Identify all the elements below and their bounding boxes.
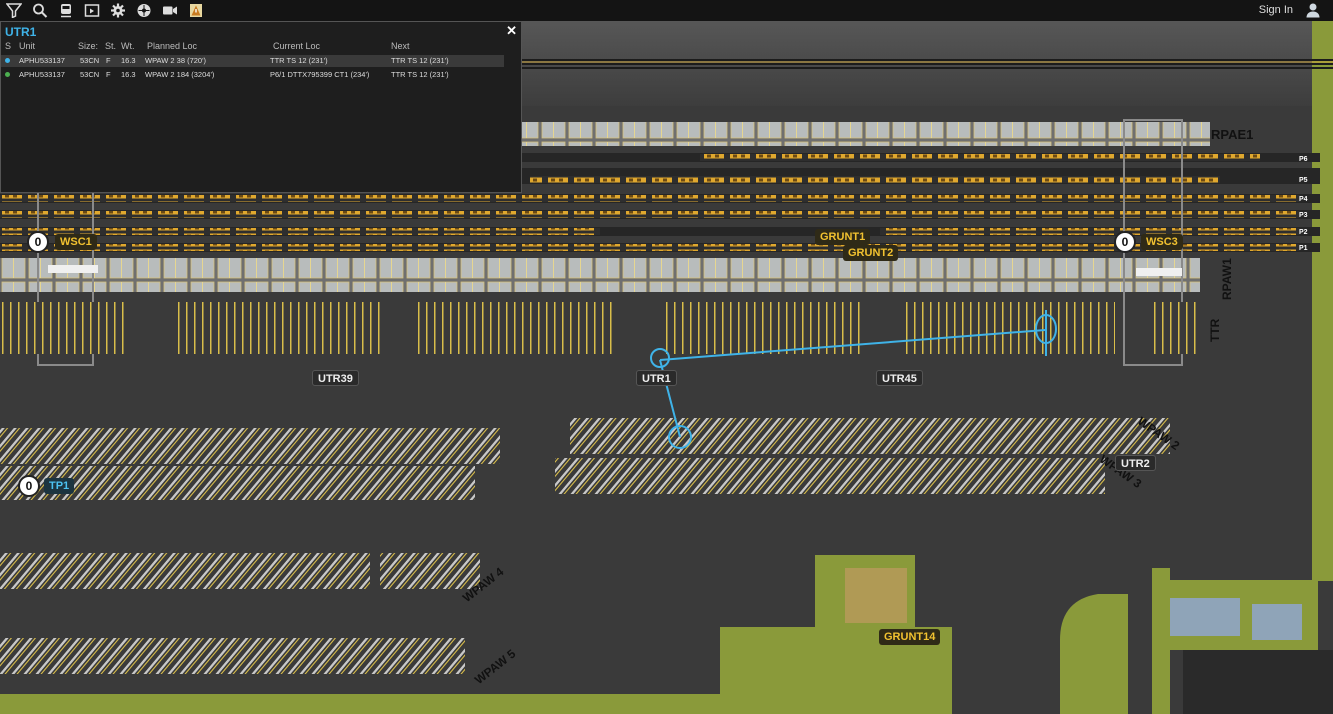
panel-title: UTR1 (5, 25, 37, 39)
track-label-p6: P6 (1299, 156, 1308, 163)
alert-icon[interactable] (183, 0, 208, 21)
equipment-label-wsc3[interactable]: WSC3 (1141, 234, 1183, 250)
user-icon[interactable] (1305, 2, 1321, 18)
col-header-size: Size: (78, 41, 99, 51)
equipment-label-utr39[interactable]: UTR39 (312, 370, 359, 386)
search-icon[interactable] (27, 0, 52, 21)
equipment-label-tp1[interactable]: TP1 (44, 478, 75, 494)
col-header-planned: Planned Loc (147, 41, 198, 51)
calendar-icon[interactable] (79, 0, 104, 21)
cell-planned: WPAW 2 184 (3204') (145, 70, 215, 79)
cell-wt: 16.3 (121, 70, 136, 79)
area-label-rpaw1: RPAW1 (1220, 258, 1234, 300)
col-header-current: Current Loc (273, 41, 321, 51)
wsc1-count-badge: 0 (27, 231, 49, 253)
col-header-unit: Unit (19, 41, 36, 51)
col-header-st: St. (105, 41, 117, 51)
equipment-label-utr1[interactable]: UTR1 (636, 370, 677, 386)
wsc3-count-badge: 0 (1114, 231, 1136, 253)
equipment-label-grunt14[interactable]: GRUNT14 (879, 629, 941, 645)
cell-next: TTR TS 12 (231') (391, 56, 449, 65)
cell-unit: APHU533137 (19, 56, 65, 65)
cell-size: 53CN (80, 56, 100, 65)
train-icon[interactable] (53, 0, 78, 21)
wheel-icon[interactable] (131, 0, 156, 21)
track-label-p2: P2 (1299, 229, 1308, 236)
cell-planned: WPAW 2 38 (720') (145, 56, 207, 65)
table-row[interactable]: APHU533137 53CN F 16.3 WPAW 2 184 (3204'… (1, 69, 504, 81)
equipment-label-grunt1[interactable]: GRUNT1 (815, 229, 871, 245)
close-icon[interactable]: ✕ (506, 23, 517, 39)
camera-icon[interactable] (157, 0, 182, 21)
status-dot (5, 72, 10, 77)
app: Sign In RPAE1 RPAW1 TTR WPAW 2 WPAW 3 WP… (0, 0, 1333, 714)
equipment-label-utr45[interactable]: UTR45 (876, 370, 923, 386)
cell-current: P6/1 DTTX795399 CT1 (234') (270, 70, 370, 79)
cell-st: F (106, 56, 111, 65)
equipment-label-utr2[interactable]: UTR2 (1115, 455, 1156, 471)
area-label-rpae1: RPAE1 (1211, 127, 1254, 142)
cell-wt: 16.3 (121, 56, 136, 65)
cell-current: TTR TS 12 (231') (270, 56, 328, 65)
col-header-next: Next (391, 41, 410, 51)
col-header-status: S (5, 41, 12, 51)
col-header-wt: Wt. (121, 41, 135, 51)
equipment-label-wsc1[interactable]: WSC1 (55, 234, 97, 250)
cell-next: TTR TS 12 (231') (391, 70, 449, 79)
track-label-p3: P3 (1299, 212, 1308, 219)
table-row[interactable]: APHU533137 53CN F 16.3 WPAW 2 38 (720') … (1, 55, 504, 67)
cell-size: 53CN (80, 70, 100, 79)
cell-unit: APHU533137 (19, 70, 65, 79)
unit-info-panel: UTR1 ✕ S Unit Size: St. Wt. Planned Loc … (0, 21, 522, 193)
area-label-ttr: TTR (1208, 318, 1222, 342)
track-label-p5: P5 (1299, 177, 1308, 184)
track-label-p1: P1 (1299, 245, 1308, 252)
equipment-label-grunt2[interactable]: GRUNT2 (843, 245, 899, 261)
cell-st: F (106, 70, 111, 79)
sign-in-link[interactable]: Sign In (1259, 4, 1293, 16)
track-label-p4: P4 (1299, 196, 1308, 203)
toolbar: Sign In (0, 0, 1333, 21)
gear-icon[interactable] (105, 0, 130, 21)
tp1-count-badge: 0 (18, 475, 40, 497)
filter-icon[interactable] (1, 0, 26, 21)
status-dot (5, 58, 10, 63)
